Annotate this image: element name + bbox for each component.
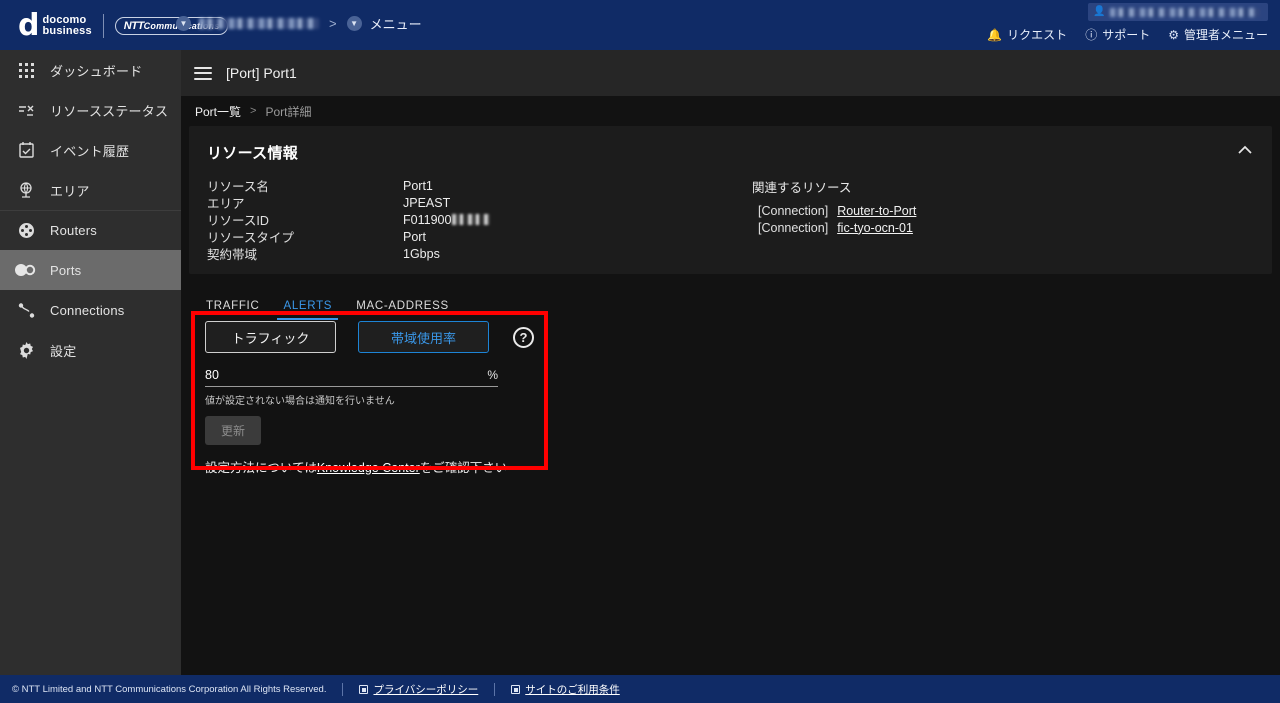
page-title: [Port] Port1 (226, 65, 297, 81)
sidebar-item-ports-label: Ports (50, 262, 82, 278)
resource-field-value: JPEAST (403, 195, 451, 210)
gear-icon: ⚙ (1168, 27, 1179, 42)
nav-separator: > (329, 16, 337, 31)
tab-mac-address-label: MAC-ADDRESS (356, 299, 449, 312)
masked-suffix (452, 214, 491, 225)
breadcrumb-current: Port詳細 (265, 104, 312, 119)
sidebar-item-event-history-label: イベント履歴 (50, 143, 130, 159)
related-resources-title: 関連するリソース (752, 181, 852, 195)
footer-link-terms[interactable]: サイトのご利用条件 (511, 682, 620, 697)
user-badge[interactable]: 👤 (1088, 3, 1268, 21)
resource-id-value: F011900 (403, 212, 452, 227)
sidebar-item-connections-label: Connections (50, 302, 125, 318)
header-link-admin-menu[interactable]: ⚙ 管理者メニュー (1168, 26, 1268, 43)
related-resource-row: [Connection] Router-to-Port (752, 202, 916, 219)
sidebar-item-connections[interactable]: Connections (0, 290, 181, 330)
sidebar-item-resource-status[interactable]: リソースステータス (0, 90, 181, 130)
sidebar-item-routers[interactable]: Routers (0, 210, 181, 250)
org-nav: ▼ > ▼ メニュー (176, 14, 422, 33)
resource-field-value: Port1 (403, 178, 433, 193)
resource-field-value: Port (403, 229, 426, 244)
chevron-up-icon[interactable] (1234, 138, 1256, 160)
breadcrumb-separator: > (250, 105, 257, 117)
question-circle-icon: ⓘ (1085, 27, 1098, 42)
related-resource-link[interactable]: fic-tyo-ocn-01 (837, 221, 913, 235)
related-resource-type: [Connection] (758, 203, 829, 218)
resource-field-value: 1Gbps (403, 246, 440, 261)
resource-info-panel: リソース情報 リソース名 Port1 エリア JPEAST リソースID F01… (189, 126, 1272, 274)
resource-field-value-masked: F011900 (403, 212, 491, 227)
footer-link-terms-label: サイトのご利用条件 (525, 683, 620, 696)
resource-field-row: 契約帯域 1Gbps (207, 245, 752, 263)
user-name-masked (1110, 7, 1261, 17)
application-root: d docomo business NTTCommunications ▼ > … (0, 0, 1280, 703)
ports-icon (8, 264, 44, 276)
footer-link-privacy-policy[interactable]: プライバシーポリシー (359, 682, 478, 697)
calendar-check-icon (8, 142, 44, 158)
org-selector-masked-label[interactable] (199, 18, 319, 29)
brand-divider (102, 14, 104, 38)
external-link-icon (359, 684, 369, 694)
resource-status-icon (8, 103, 44, 118)
bell-icon: 🔔 (987, 27, 1003, 42)
hamburger-menu-icon[interactable] (194, 66, 212, 80)
external-link-icon (511, 684, 521, 694)
sidebar-item-area-label: エリア (50, 183, 90, 199)
person-icon: 👤 (1093, 6, 1106, 17)
sidebar-item-dashboard[interactable]: ダッシュボード (0, 50, 181, 90)
header-link-admin-menu-label: 管理者メニュー (1183, 28, 1268, 42)
header-link-request[interactable]: 🔔 リクエスト (987, 26, 1067, 43)
resource-info-title: リソース情報 (207, 145, 299, 162)
sidebar-item-event-history[interactable]: イベント履歴 (0, 130, 181, 170)
header-link-support[interactable]: ⓘ サポート (1085, 26, 1150, 43)
sidebar-item-resource-status-label: リソースステータス (50, 103, 169, 119)
header-link-request-label: リクエスト (1007, 28, 1068, 42)
sidebar-item-dashboard-label: ダッシュボード (50, 63, 143, 79)
menu-label[interactable]: メニュー (370, 14, 422, 33)
grid-dashboard-icon (8, 62, 44, 78)
brand-line-2: business (42, 25, 92, 37)
related-resource-link[interactable]: Router-to-Port (837, 204, 916, 218)
globe-area-icon (8, 182, 44, 198)
chevron-down-icon[interactable]: ▼ (176, 16, 191, 31)
breadcrumb-parent[interactable]: Port一覧 (195, 103, 241, 120)
resource-fields: リソース名 Port1 エリア JPEAST リソースID F011900 リソ… (207, 177, 752, 262)
resource-field-row: エリア JPEAST (207, 194, 752, 212)
resource-field-row: リソースタイプ Port (207, 228, 752, 246)
highlight-box (191, 311, 548, 470)
sidebar-item-ports[interactable]: Ports (0, 250, 181, 290)
resource-field-key: 契約帯域 (207, 248, 258, 262)
sidebar-bottom-filler (0, 663, 181, 675)
gear-icon (8, 341, 44, 359)
footer-link-privacy-policy-label: プライバシーポリシー (373, 683, 479, 696)
connections-icon (8, 302, 44, 319)
docomo-d-icon: d (18, 8, 40, 43)
chevron-down-icon-menu[interactable]: ▼ (346, 16, 362, 31)
sidebar-item-area[interactable]: エリア (0, 170, 181, 210)
sidebar-item-settings-label: 設定 (50, 343, 77, 359)
resource-field-row: リソース名 Port1 (207, 177, 752, 195)
global-footer: © NTT Limited and NTT Communications Cor… (0, 675, 1280, 703)
footer-divider (494, 682, 496, 696)
sidebar-item-routers-label: Routers (50, 223, 97, 238)
copyright-text: © NTT Limited and NTT Communications Cor… (12, 683, 327, 695)
resource-field-row: リソースID F011900 (207, 211, 752, 228)
sidebar-item-settings[interactable]: 設定 (0, 330, 181, 370)
global-header-links: 🔔 リクエスト ⓘ サポート ⚙ 管理者メニュー (987, 26, 1268, 43)
breadcrumb: Port一覧 > Port詳細 (181, 96, 1280, 126)
related-resource-type: [Connection] (758, 220, 829, 235)
related-resources: 関連するリソース [Connection] Router-to-Port [Co… (752, 177, 916, 262)
footer-divider (342, 682, 344, 696)
global-header: d docomo business NTTCommunications ▼ > … (0, 0, 1280, 50)
page-header: [Port] Port1 (181, 50, 1280, 96)
related-resource-row: [Connection] fic-tyo-ocn-01 (752, 219, 916, 236)
tab-traffic-label: TRAFFIC (206, 299, 260, 312)
resource-info-body: リソース名 Port1 エリア JPEAST リソースID F011900 リソ… (207, 177, 1254, 263)
header-link-support-label: サポート (1102, 28, 1151, 42)
sidebar-nav: ダッシュボード リソースステータス イベント履歴 エリア Routers Por… (0, 50, 181, 663)
tab-alerts-label: ALERTS (283, 299, 333, 312)
router-icon (8, 222, 44, 239)
